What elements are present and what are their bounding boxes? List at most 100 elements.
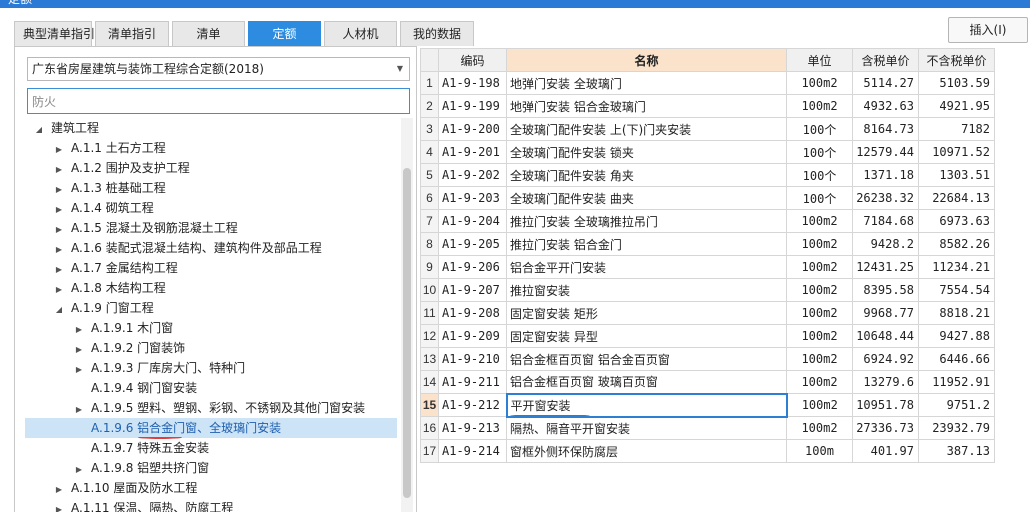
expand-icon[interactable]: ▶	[73, 400, 85, 420]
expand-icon[interactable]: ▶	[53, 200, 65, 220]
row-index[interactable]: 8	[420, 232, 439, 256]
cell-code[interactable]: A1-9-203	[438, 186, 507, 210]
cell-code[interactable]: A1-9-199	[438, 94, 507, 118]
tree-item[interactable]: ▶ A.1.9.5 塑料、塑钢、彩钢、不锈钢及其他门窗安装	[25, 398, 397, 418]
cell-name[interactable]: 全玻璃门配件安装 锁夹	[506, 140, 787, 164]
cell-tax-price[interactable]: 10951.78	[852, 393, 919, 417]
tree-item[interactable]: ▶ A.1.11 保温、隔热、防腐工程	[25, 498, 397, 512]
row-index[interactable]: 9	[420, 255, 439, 279]
cell-notax-price[interactable]: 10971.52	[918, 140, 995, 164]
cell-tax-price[interactable]: 6924.92	[852, 347, 919, 371]
cell-unit[interactable]: 100m2	[786, 393, 853, 417]
row-index[interactable]: 2	[420, 94, 439, 118]
tree-item[interactable]: ◢ A.1.9 门窗工程	[25, 298, 397, 318]
expand-icon[interactable]: ▶	[53, 220, 65, 240]
tree-item[interactable]: A.1.9.7 特殊五金安装	[25, 438, 397, 458]
col-header-tax-price[interactable]: 含税单价	[852, 48, 919, 72]
expand-icon[interactable]: ▶	[53, 280, 65, 300]
cell-code[interactable]: A1-9-207	[438, 278, 507, 302]
cell-unit[interactable]: 100m2	[786, 301, 853, 325]
cell-code[interactable]: A1-9-214	[438, 439, 507, 463]
cell-name[interactable]: 推拉门安装 全玻璃推拉吊门	[506, 209, 787, 233]
cell-unit[interactable]: 100m2	[786, 232, 853, 256]
table-row[interactable]: 5 A1-9-202 全玻璃门配件安装 角夹 100个 1371.18 1303.51	[420, 163, 995, 187]
table-row[interactable]: 2 A1-9-199 地弹门安装 铝合金玻璃门 100m2 4932.63 4921.95	[420, 94, 995, 118]
cell-name[interactable]: 铝合金平开门安装	[506, 255, 787, 279]
expand-icon[interactable]: ▶	[73, 320, 85, 340]
expand-icon[interactable]: ▶	[53, 140, 65, 160]
cell-unit[interactable]: 100m2	[786, 209, 853, 233]
cell-name[interactable]: 窗框外侧环保防腐层	[506, 439, 787, 463]
table-row[interactable]: 16 A1-9-213 隔热、隔音平开窗安装 100m2 27336.73 23932.7…	[420, 416, 995, 440]
tree-item[interactable]: ▶ A.1.8 木结构工程	[25, 278, 397, 298]
row-index[interactable]: 16	[420, 416, 439, 440]
tree-item[interactable]: ▶ A.1.3 桩基础工程	[25, 178, 397, 198]
cell-tax-price[interactable]: 4932.63	[852, 94, 919, 118]
expand-icon[interactable]: ▶	[53, 240, 65, 260]
col-header-name[interactable]: 名称	[506, 48, 787, 72]
cell-unit[interactable]: 100m2	[786, 370, 853, 394]
cell-tax-price[interactable]: 9428.2	[852, 232, 919, 256]
cell-code[interactable]: A1-9-201	[438, 140, 507, 164]
expand-icon[interactable]: ▶	[53, 180, 65, 200]
table-row[interactable]: 6 A1-9-203 全玻璃门配件安装 曲夹 100个 26238.32 22684.13	[420, 186, 995, 210]
cell-unit[interactable]: 100m2	[786, 278, 853, 302]
cell-name[interactable]: 推拉窗安装	[506, 278, 787, 302]
cell-code[interactable]: A1-9-211	[438, 370, 507, 394]
tab-5[interactable]: 我的数据	[400, 21, 474, 46]
cell-name[interactable]: 地弹门安装 全玻璃门	[506, 71, 787, 95]
cell-name[interactable]: 地弹门安装 铝合金玻璃门	[506, 94, 787, 118]
cell-name[interactable]: 固定窗安装 矩形	[506, 301, 787, 325]
cell-notax-price[interactable]: 5103.59	[918, 71, 995, 95]
cell-tax-price[interactable]: 5114.27	[852, 71, 919, 95]
cell-name[interactable]: 平开窗安装	[505, 392, 788, 418]
cell-code[interactable]: A1-9-205	[438, 232, 507, 256]
cell-notax-price[interactable]: 1303.51	[918, 163, 995, 187]
tab-3[interactable]: 定额	[248, 21, 321, 46]
cell-notax-price[interactable]: 22684.13	[918, 186, 995, 210]
col-header-notax-price[interactable]: 不含税单价	[918, 48, 995, 72]
cell-tax-price[interactable]: 401.97	[852, 439, 919, 463]
table-row[interactable]: 17 A1-9-214 窗框外侧环保防腐层 100m 401.97 387.13	[420, 439, 995, 463]
cell-unit[interactable]: 100m2	[786, 255, 853, 279]
tree-item[interactable]: ▶ A.1.7 金属结构工程	[25, 258, 397, 278]
expand-icon[interactable]: ▶	[73, 360, 85, 380]
cell-notax-price[interactable]: 6446.66	[918, 347, 995, 371]
cell-notax-price[interactable]: 11952.91	[918, 370, 995, 394]
tab-2[interactable]: 清单	[172, 21, 245, 46]
row-index[interactable]: 5	[420, 163, 439, 187]
cell-unit[interactable]: 100m2	[786, 324, 853, 348]
tree-item[interactable]: ▶ A.1.9.2 门窗装饰	[25, 338, 397, 358]
table-row[interactable]: 1 A1-9-198 地弹门安装 全玻璃门 100m2 5114.27 5103.59	[420, 71, 995, 95]
row-index[interactable]: 17	[420, 439, 439, 463]
tree-item[interactable]: ▶ A.1.10 屋面及防水工程	[25, 478, 397, 498]
cell-name[interactable]: 全玻璃门配件安装 上(下)门夹安装	[506, 117, 787, 141]
cell-notax-price[interactable]: 8818.21	[918, 301, 995, 325]
cell-notax-price[interactable]: 9427.88	[918, 324, 995, 348]
col-header-code[interactable]: 编码	[438, 48, 507, 72]
tree-item[interactable]: ▶ A.1.9.1 木门窗	[25, 318, 397, 338]
table-row[interactable]: 14 A1-9-211 铝合金框百页窗 玻璃百页窗 100m2 13279.6 11952…	[420, 370, 995, 394]
cell-name[interactable]: 铝合金框百页窗 铝合金百页窗	[506, 347, 787, 371]
row-index[interactable]: 14	[420, 370, 439, 394]
cell-code[interactable]: A1-9-210	[438, 347, 507, 371]
cell-tax-price[interactable]: 26238.32	[852, 186, 919, 210]
cell-unit[interactable]: 100个	[786, 163, 853, 187]
cell-name[interactable]: 铝合金框百页窗 玻璃百页窗	[506, 370, 787, 394]
table-row[interactable]: 15 A1-9-212 平开窗安装 100m2 10951.78 9751.2	[420, 392, 995, 418]
cell-code[interactable]: A1-9-202	[438, 163, 507, 187]
cell-unit[interactable]: 100m	[786, 439, 853, 463]
tree-item[interactable]: ▶ A.1.5 混凝土及钢筋混凝土工程	[25, 218, 397, 238]
row-index[interactable]: 11	[420, 301, 439, 325]
table-row[interactable]: 4 A1-9-201 全玻璃门配件安装 锁夹 100个 12579.44 10971.52	[420, 140, 995, 164]
table-row[interactable]: 11 A1-9-208 固定窗安装 矩形 100m2 9968.77 8818.21	[420, 301, 995, 325]
cell-name[interactable]: 全玻璃门配件安装 曲夹	[506, 186, 787, 210]
tree-item[interactable]: ◢ 建筑工程	[25, 118, 397, 138]
cell-code[interactable]: A1-9-200	[438, 117, 507, 141]
tree-item[interactable]: ▶ A.1.4 砌筑工程	[25, 198, 397, 218]
expand-icon[interactable]: ▶	[53, 480, 65, 500]
row-index[interactable]: 3	[420, 117, 439, 141]
cell-notax-price[interactable]: 11234.21	[918, 255, 995, 279]
expand-icon[interactable]: ▶	[73, 460, 85, 480]
cell-code[interactable]: A1-9-212	[438, 393, 507, 417]
